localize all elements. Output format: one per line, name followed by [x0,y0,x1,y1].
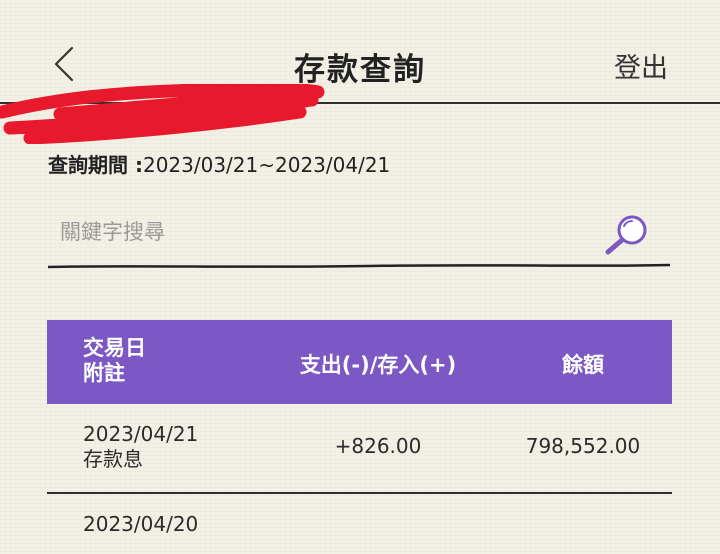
row-amount: +826.00 [334,434,422,458]
row-date: 2023/04/20 [83,512,199,536]
header-balance: 餘額 [562,353,604,377]
search-button[interactable] [602,212,654,258]
header-note: 附註 [83,361,125,385]
search-input[interactable] [48,208,600,256]
query-period-value: 2023/03/21~2023/04/21 [142,153,391,177]
magnifier-icon [605,215,647,255]
logout-button[interactable]: 登出 [614,46,668,85]
redaction-scribble [0,84,325,144]
page-title: 存款查詢 [294,52,426,88]
row-date-note: 2023/04/21 存款息 [83,422,198,472]
query-period: 查詢期間 :2023/03/21~2023/04/21 [48,149,390,178]
header-date: 交易日 [83,336,146,360]
transactions-table: 交易日 附註 支出(-)/存入(+) 餘額 2023/04/21 存款息 +82… [47,320,672,554]
row-balance: 798,552.00 [525,434,641,458]
search-bar [48,208,670,270]
table-row[interactable]: 2023/04/21 存款息 +826.00 798,552.00 [47,404,672,494]
header-amount: 支出(-)/存入(+) [299,353,457,377]
table-row[interactable]: 2023/04/20 [47,494,672,554]
search-underline [48,263,670,269]
row-date-note: 2023/04/20 [83,512,198,537]
table-header: 交易日 附註 支出(-)/存入(+) 餘額 [47,320,672,404]
row-date: 2023/04/21 [83,422,199,446]
query-period-label: 查詢期間 : [48,153,143,177]
header-date-note: 交易日 附註 [83,336,146,386]
row-note: 存款息 [83,447,143,471]
